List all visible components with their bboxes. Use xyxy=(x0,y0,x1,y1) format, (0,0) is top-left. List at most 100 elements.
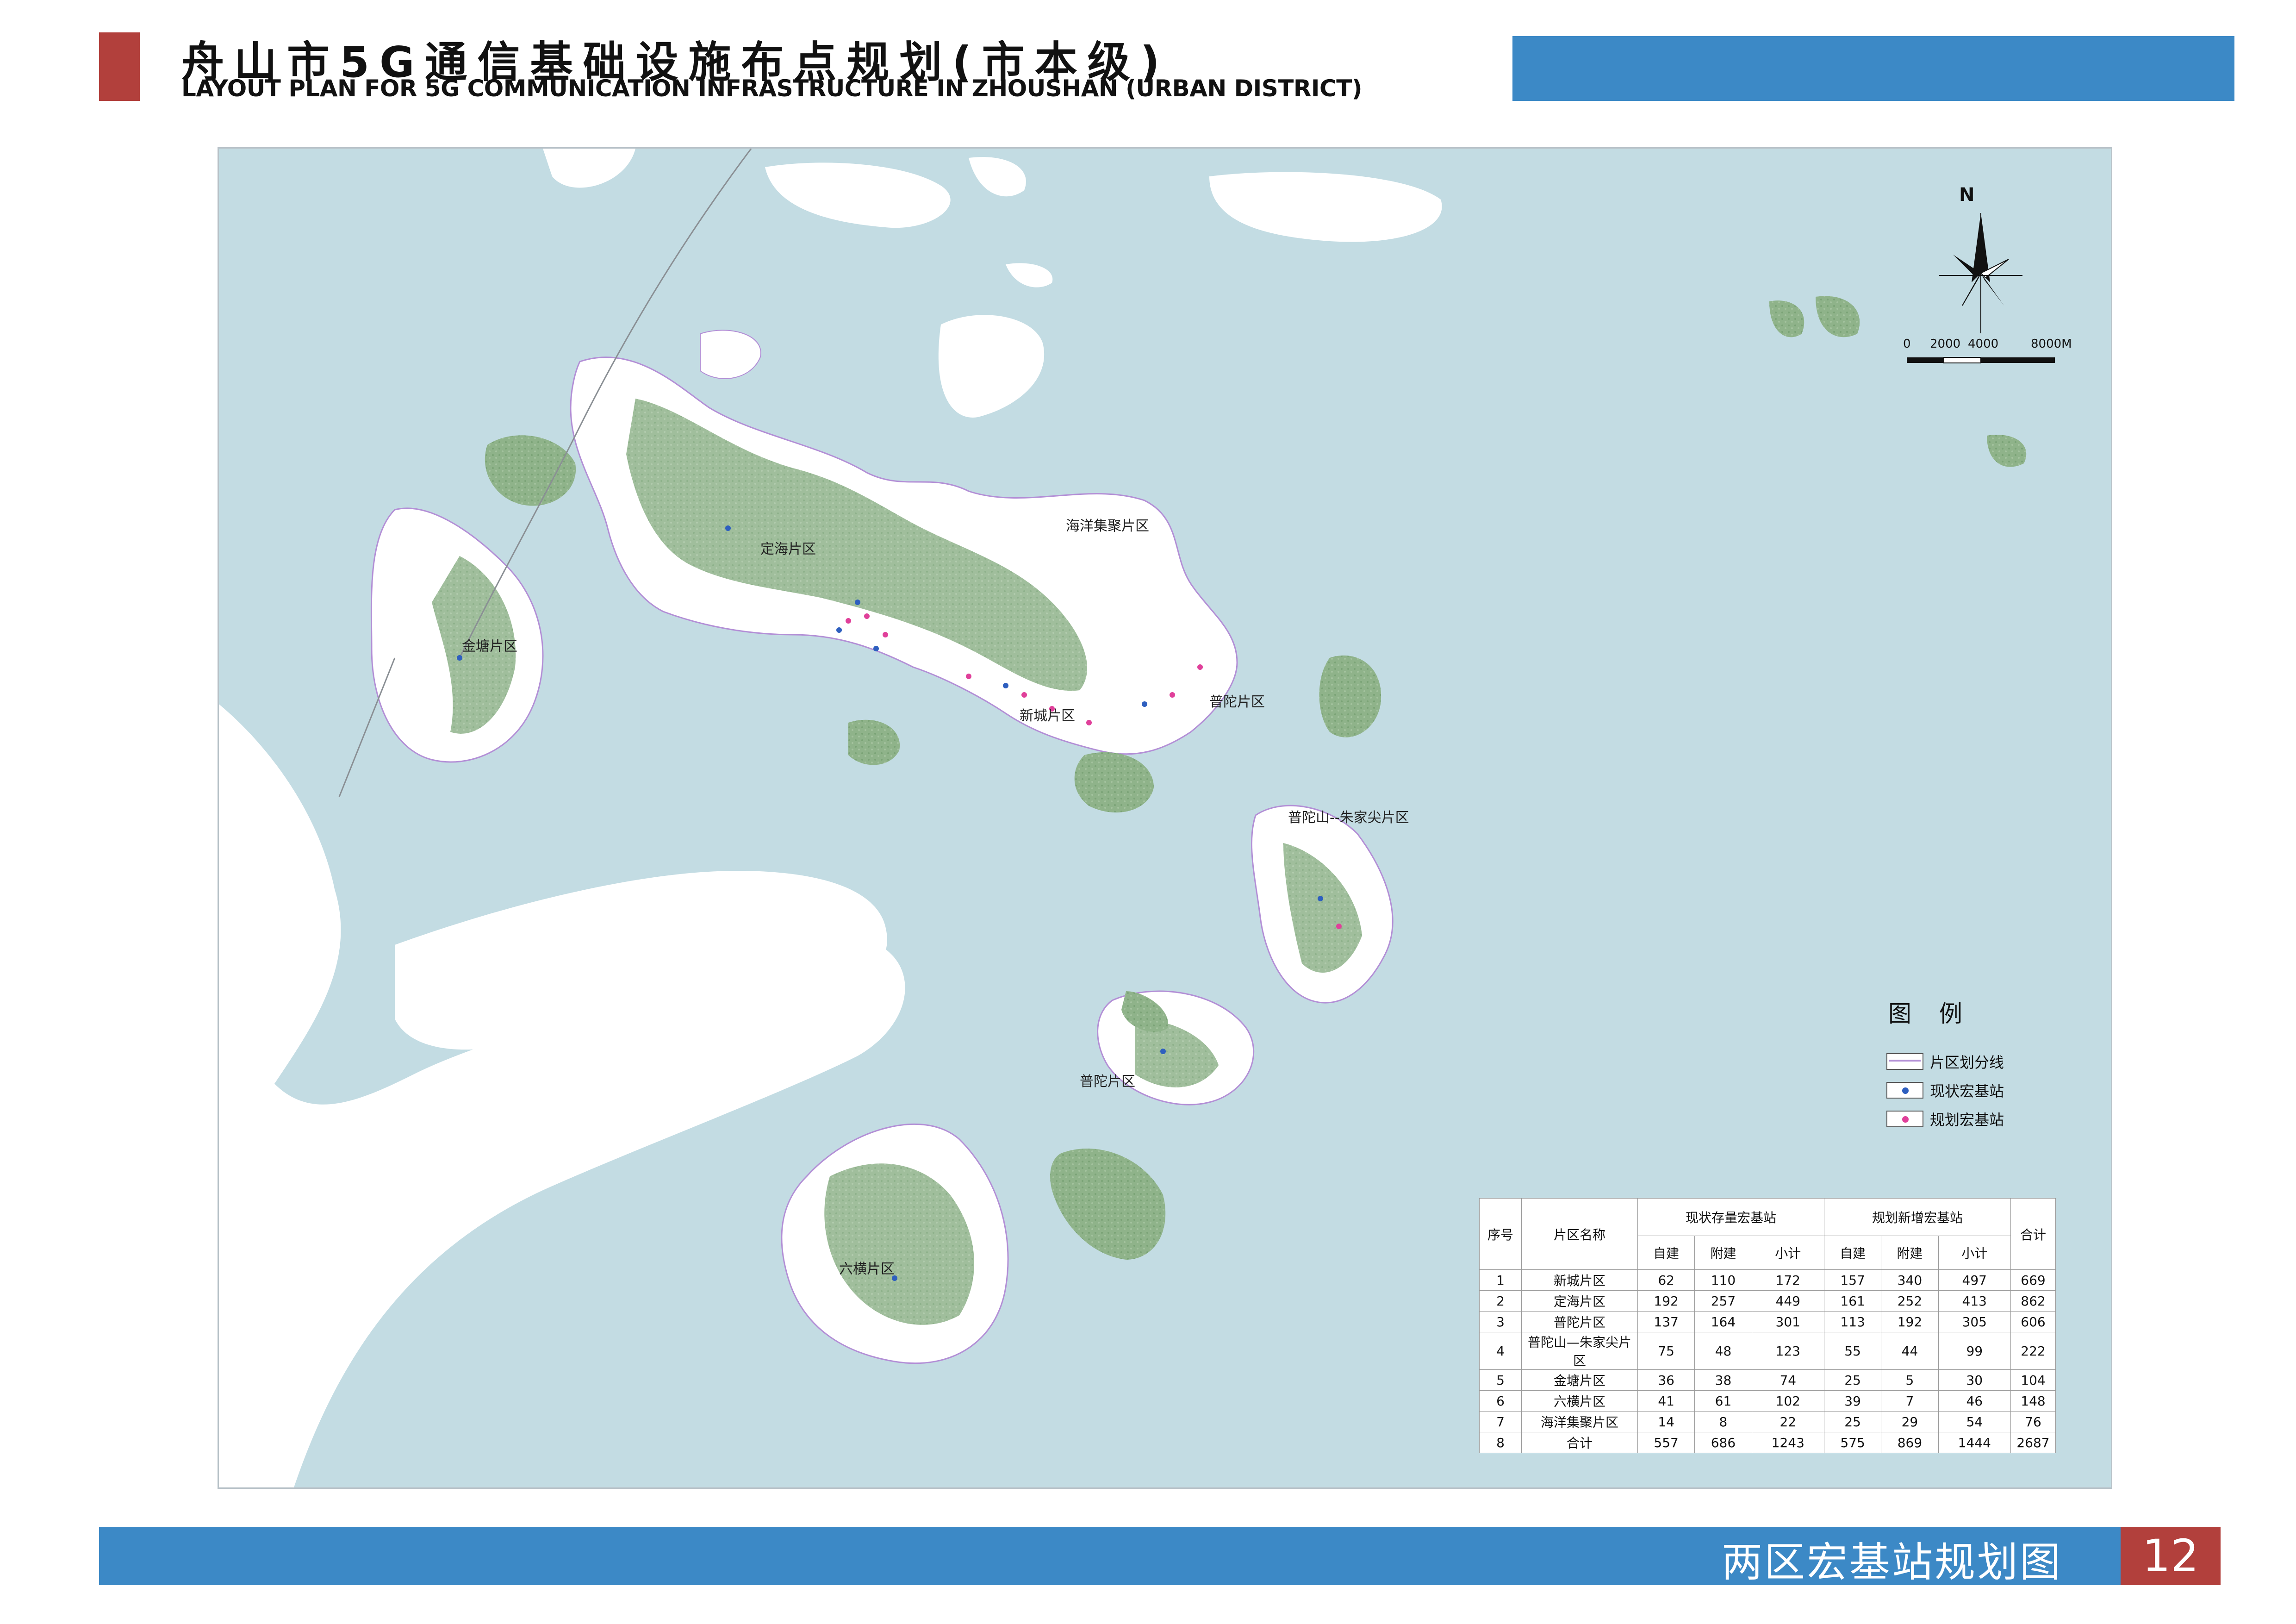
legend-label-planned: 规划宏基站 xyxy=(1930,1111,2004,1129)
planned-station xyxy=(1086,720,1092,725)
table-row: 7 海洋集聚片区 14 8 22 25 29 54 76 xyxy=(1479,1411,2056,1432)
boundary-line-icon xyxy=(1886,1053,1923,1070)
table-body: 1 新城片区 62 110 172 157 340 497 669 2 定海片区 192 257 449… xyxy=(1479,1269,2056,1453)
east-islands-2 xyxy=(1816,296,1860,337)
east-islands-1 xyxy=(1769,300,1804,337)
table-cell: 222 xyxy=(2010,1332,2056,1370)
north-island-3 xyxy=(969,157,1026,197)
planned-station xyxy=(1021,692,1027,698)
label-putuoshan: 普陀山--朱家尖片区 xyxy=(1288,810,1409,826)
table-cell: 2 xyxy=(1479,1290,1522,1312)
header-band xyxy=(1512,36,2234,101)
label-putuo-south: 普陀片区 xyxy=(1080,1074,1135,1090)
table-cell: 55 xyxy=(1823,1332,1882,1370)
north-island-2 xyxy=(765,162,951,228)
table-cell: 148 xyxy=(2010,1390,2056,1412)
putuoshan-island xyxy=(1319,655,1381,737)
bridge-line xyxy=(338,657,396,797)
table-cell: 六横片区 xyxy=(1521,1390,1638,1412)
table-cell: 157 xyxy=(1823,1269,1882,1291)
planned-station xyxy=(1170,692,1175,698)
existing-station xyxy=(1142,701,1147,707)
table-cell: 164 xyxy=(1694,1311,1752,1332)
subheader-cell: 自建 xyxy=(1637,1236,1695,1270)
table-cell: 449 xyxy=(1751,1290,1824,1312)
table-cell: 862 xyxy=(2010,1290,2056,1312)
table-cell: 61 xyxy=(1694,1390,1752,1412)
existing-station xyxy=(873,646,879,651)
scale-label-0: 0 xyxy=(1903,337,1911,351)
table-cell: 54 xyxy=(1938,1411,2011,1432)
table-row: 1 新城片区 62 110 172 157 340 497 669 xyxy=(1479,1269,2056,1291)
table-cell: 30 xyxy=(1938,1369,2011,1391)
table-cell: 2687 xyxy=(2010,1432,2056,1453)
table-cell: 25 xyxy=(1823,1411,1882,1432)
table-cell: 606 xyxy=(2010,1311,2056,1332)
table-cell: 137 xyxy=(1637,1311,1695,1332)
table-cell: 4 xyxy=(1479,1332,1522,1370)
table-cell: 123 xyxy=(1751,1332,1824,1370)
table-cell: 102 xyxy=(1751,1390,1824,1412)
table-cell: 14 xyxy=(1637,1411,1695,1432)
scale-label-2000: 2000 xyxy=(1930,337,1961,351)
table-row: 2 定海片区 192 257 449 161 252 413 862 xyxy=(1479,1290,2056,1312)
legend-item-existing: 现状宏基站 xyxy=(1886,1080,2004,1101)
table-cell: 305 xyxy=(1938,1311,2011,1332)
island-north-small xyxy=(700,330,761,379)
table-cell: 38 xyxy=(1694,1369,1752,1391)
label-putuo-east: 普陀片区 xyxy=(1209,694,1265,710)
existing-station xyxy=(836,627,842,633)
north-island-4 xyxy=(1209,172,1442,242)
table-cell: 普陀山—朱家尖片区 xyxy=(1521,1332,1638,1370)
table-row: 4 普陀山—朱家尖片区 75 48 123 55 44 99 222 xyxy=(1479,1332,2056,1370)
small-islands-sw xyxy=(848,719,900,765)
north-island-5 xyxy=(938,315,1045,418)
subheader-cell: 附建 xyxy=(1694,1236,1752,1270)
table-cell: 252 xyxy=(1881,1290,1939,1312)
legend-label-existing: 现状宏基站 xyxy=(1930,1082,2004,1100)
header-total: 合计 xyxy=(2010,1198,2056,1270)
subheader-cell: 自建 xyxy=(1823,1236,1882,1270)
legend-item-boundary: 片区划分线 xyxy=(1886,1051,2004,1072)
table-row: 6 六横片区 41 61 102 39 7 46 148 xyxy=(1479,1390,2056,1412)
planned-station xyxy=(846,618,851,624)
table-cell: 1444 xyxy=(1938,1432,2011,1453)
east-islands-3 xyxy=(1987,435,2027,467)
table-cell: 104 xyxy=(2010,1369,2056,1391)
table-cell: 48 xyxy=(1694,1332,1752,1370)
label-xincheng: 新城片区 xyxy=(1020,708,1075,724)
subheader-cell: 小计 xyxy=(1751,1236,1824,1270)
table-row: 8 合计 557 686 1243 575 869 1444 2687 xyxy=(1479,1432,2056,1453)
table-cell: 669 xyxy=(2010,1269,2056,1291)
table-cell: 99 xyxy=(1938,1332,2011,1370)
table-cell: 6 xyxy=(1479,1390,1522,1412)
table-cell: 413 xyxy=(1938,1290,2011,1312)
table-cell: 39 xyxy=(1823,1390,1882,1412)
table-row: 3 普陀片区 137 164 301 113 192 305 606 xyxy=(1479,1311,2056,1332)
table-cell: 海洋集聚片区 xyxy=(1521,1411,1638,1432)
north-arrow-icon xyxy=(1939,213,2022,333)
label-liuheng: 六横片区 xyxy=(839,1261,895,1277)
header-no: 序号 xyxy=(1479,1198,1522,1270)
existing-station xyxy=(725,525,731,531)
table-cell: 575 xyxy=(1823,1432,1882,1453)
station-statistics-table: 序号 片区名称 现状存量宏基站 规划新增宏基站 合计 自建 附建 小计 自建 附… xyxy=(1479,1198,2056,1453)
table-cell: 340 xyxy=(1881,1269,1939,1291)
table-cell: 192 xyxy=(1637,1290,1695,1312)
table-cell: 44 xyxy=(1881,1332,1939,1370)
table-cell: 7 xyxy=(1479,1411,1522,1432)
table-cell: 7 xyxy=(1881,1390,1939,1412)
legend-item-planned: 规划宏基站 xyxy=(1886,1108,2004,1130)
existing-station-icon xyxy=(1886,1082,1923,1099)
scale-label-4000: 4000 xyxy=(1968,337,1999,351)
existing-station xyxy=(457,655,462,661)
existing-station xyxy=(1003,683,1008,688)
table-cell: 8 xyxy=(1479,1432,1522,1453)
label-jintang: 金塘片区 xyxy=(462,638,517,655)
table-cell: 113 xyxy=(1823,1311,1882,1332)
table-cell: 22 xyxy=(1751,1411,1824,1432)
header-planned: 规划新增宏基站 xyxy=(1823,1198,2011,1236)
scale-label-8000: 8000M xyxy=(2031,337,2072,351)
table-row: 5 金塘片区 36 38 74 25 5 30 104 xyxy=(1479,1369,2056,1391)
legend-label-boundary: 片区划分线 xyxy=(1930,1054,2004,1071)
